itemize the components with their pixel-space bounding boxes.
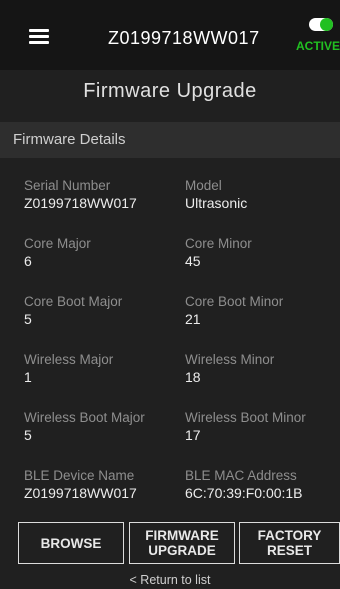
active-status-label: ACTIVE	[296, 39, 340, 53]
action-buttons: BROWSE FIRMWARE UPGRADE FACTORY RESET	[18, 522, 340, 564]
detail-label: Wireless Major	[24, 352, 114, 367]
browse-button[interactable]: BROWSE	[18, 522, 124, 564]
detail-value: 21	[185, 311, 201, 327]
section-header: Firmware Details	[0, 122, 340, 158]
detail-value: 6C:70:39:F0:00:1B	[185, 485, 303, 501]
factory-reset-button[interactable]: FACTORY RESET	[239, 522, 340, 564]
detail-value: 17	[185, 427, 201, 443]
firmware-upgrade-button[interactable]: FIRMWARE UPGRADE	[129, 522, 235, 564]
app-header: Z0199718WW017 ACTIVE	[0, 0, 340, 70]
detail-value: 1	[24, 369, 32, 385]
detail-label: Wireless Minor	[185, 352, 275, 367]
firmware-upgrade-line1: FIRMWARE	[145, 528, 219, 543]
detail-core-major: Core Major 6	[24, 236, 91, 270]
return-to-list-link[interactable]: < Return to list	[0, 573, 340, 587]
detail-label: BLE Device Name	[24, 468, 135, 483]
detail-label: Core Minor	[185, 236, 252, 251]
details-row: Wireless Boot Major 5 Wireless Boot Mino…	[0, 410, 340, 468]
detail-value: Ultrasonic	[185, 195, 248, 211]
details-row: Serial Number Z0199718WW017 Model Ultras…	[0, 178, 340, 236]
detail-model: Model Ultrasonic	[185, 178, 247, 212]
detail-serial-number: Serial Number Z0199718WW017	[24, 178, 137, 212]
detail-wireless-minor: Wireless Minor 18	[185, 352, 274, 386]
detail-ble-device-name: BLE Device Name Z0199718WW017	[24, 468, 137, 502]
detail-value: 45	[185, 253, 201, 269]
factory-reset-line1: FACTORY	[257, 528, 322, 543]
detail-label: Serial Number	[24, 178, 111, 193]
page-title: Firmware Upgrade	[83, 80, 257, 102]
detail-wireless-boot-minor: Wireless Boot Minor 17	[185, 410, 306, 444]
details-row: Core Major 6 Core Minor 45	[0, 236, 340, 294]
factory-reset-button-label: FACTORY RESET	[258, 528, 322, 558]
detail-wireless-major: Wireless Major 1	[24, 352, 113, 386]
factory-reset-line2: RESET	[266, 543, 312, 558]
detail-value: 6	[24, 253, 32, 269]
active-toggle[interactable]	[309, 18, 333, 31]
detail-wireless-boot-major: Wireless Boot Major 5	[24, 410, 145, 444]
detail-label: Wireless Boot Major	[24, 410, 145, 425]
detail-label: Core Boot Minor	[185, 294, 284, 309]
detail-core-boot-minor: Core Boot Minor 21	[185, 294, 283, 328]
detail-value: 18	[185, 369, 201, 385]
detail-core-boot-major: Core Boot Major 5	[24, 294, 122, 328]
firmware-upgrade-button-label: FIRMWARE UPGRADE	[145, 528, 219, 558]
detail-value: 5	[24, 427, 32, 443]
section-title: Firmware Details	[13, 131, 126, 148]
browse-button-label: BROWSE	[40, 535, 102, 551]
hamburger-menu-icon[interactable]	[29, 29, 49, 44]
detail-label: BLE MAC Address	[185, 468, 297, 483]
detail-value: Z0199718WW017	[24, 485, 137, 501]
device-id-title: Z0199718WW017	[108, 28, 260, 48]
toggle-knob	[320, 18, 333, 31]
details-row: Wireless Major 1 Wireless Minor 18	[0, 352, 340, 410]
details-row: BLE Device Name Z0199718WW017 BLE MAC Ad…	[0, 468, 340, 526]
detail-label: Core Boot Major	[24, 294, 123, 309]
detail-label: Wireless Boot Minor	[185, 410, 306, 425]
detail-value: Z0199718WW017	[24, 195, 137, 211]
detail-label: Core Major	[24, 236, 91, 251]
firmware-details-grid: Serial Number Z0199718WW017 Model Ultras…	[0, 178, 340, 526]
detail-label: Model	[185, 178, 222, 193]
detail-ble-mac-address: BLE MAC Address 6C:70:39:F0:00:1B	[185, 468, 303, 502]
detail-value: 5	[24, 311, 32, 327]
firmware-upgrade-line2: UPGRADE	[148, 543, 216, 558]
detail-core-minor: Core Minor 45	[185, 236, 252, 270]
details-row: Core Boot Major 5 Core Boot Minor 21	[0, 294, 340, 352]
